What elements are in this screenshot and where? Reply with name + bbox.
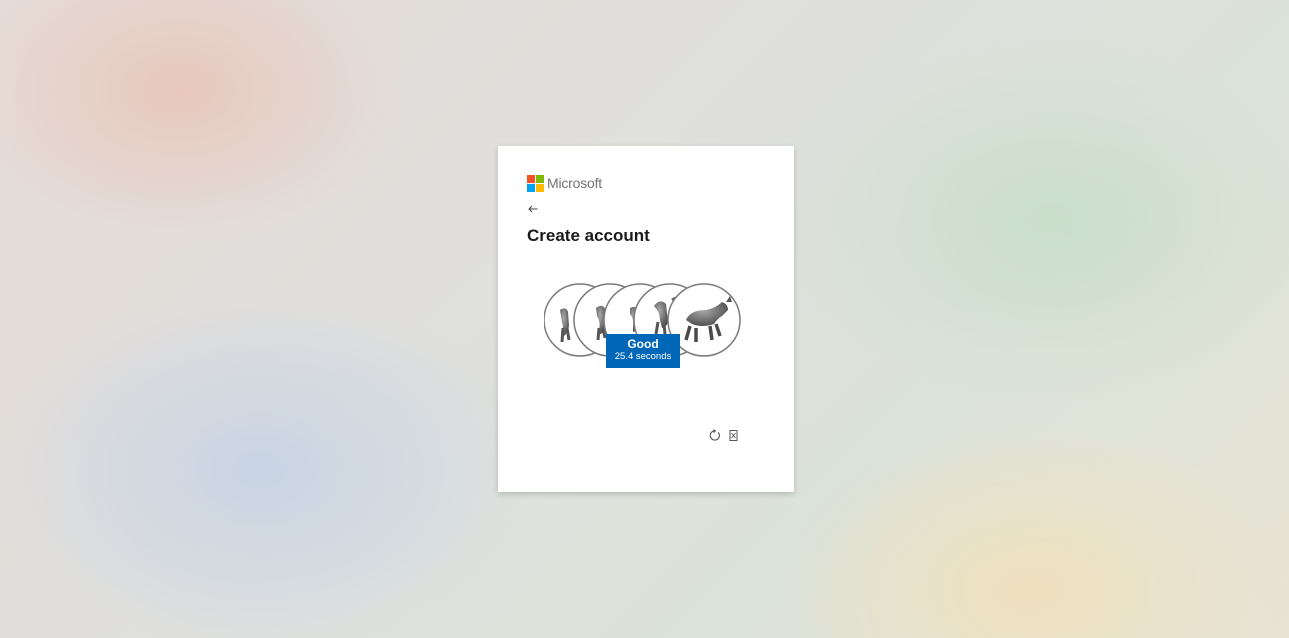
refresh-icon[interactable]	[708, 429, 721, 442]
microsoft-logo-icon	[527, 175, 544, 192]
result-time: 25.4 seconds	[614, 351, 672, 362]
audio-icon[interactable]	[727, 429, 740, 442]
brand-name: Microsoft	[547, 175, 602, 191]
page-title: Create account	[527, 226, 650, 245]
back-button[interactable]	[527, 203, 543, 217]
sign-in-card: Microsoft Create account Good 25.4 secon…	[498, 146, 794, 492]
microsoft-brand: Microsoft	[527, 175, 602, 192]
arrow-left-icon	[528, 205, 538, 213]
result-badge: Good 25.4 seconds	[606, 334, 680, 368]
puzzle-tools	[708, 429, 740, 442]
result-label: Good	[627, 337, 659, 351]
